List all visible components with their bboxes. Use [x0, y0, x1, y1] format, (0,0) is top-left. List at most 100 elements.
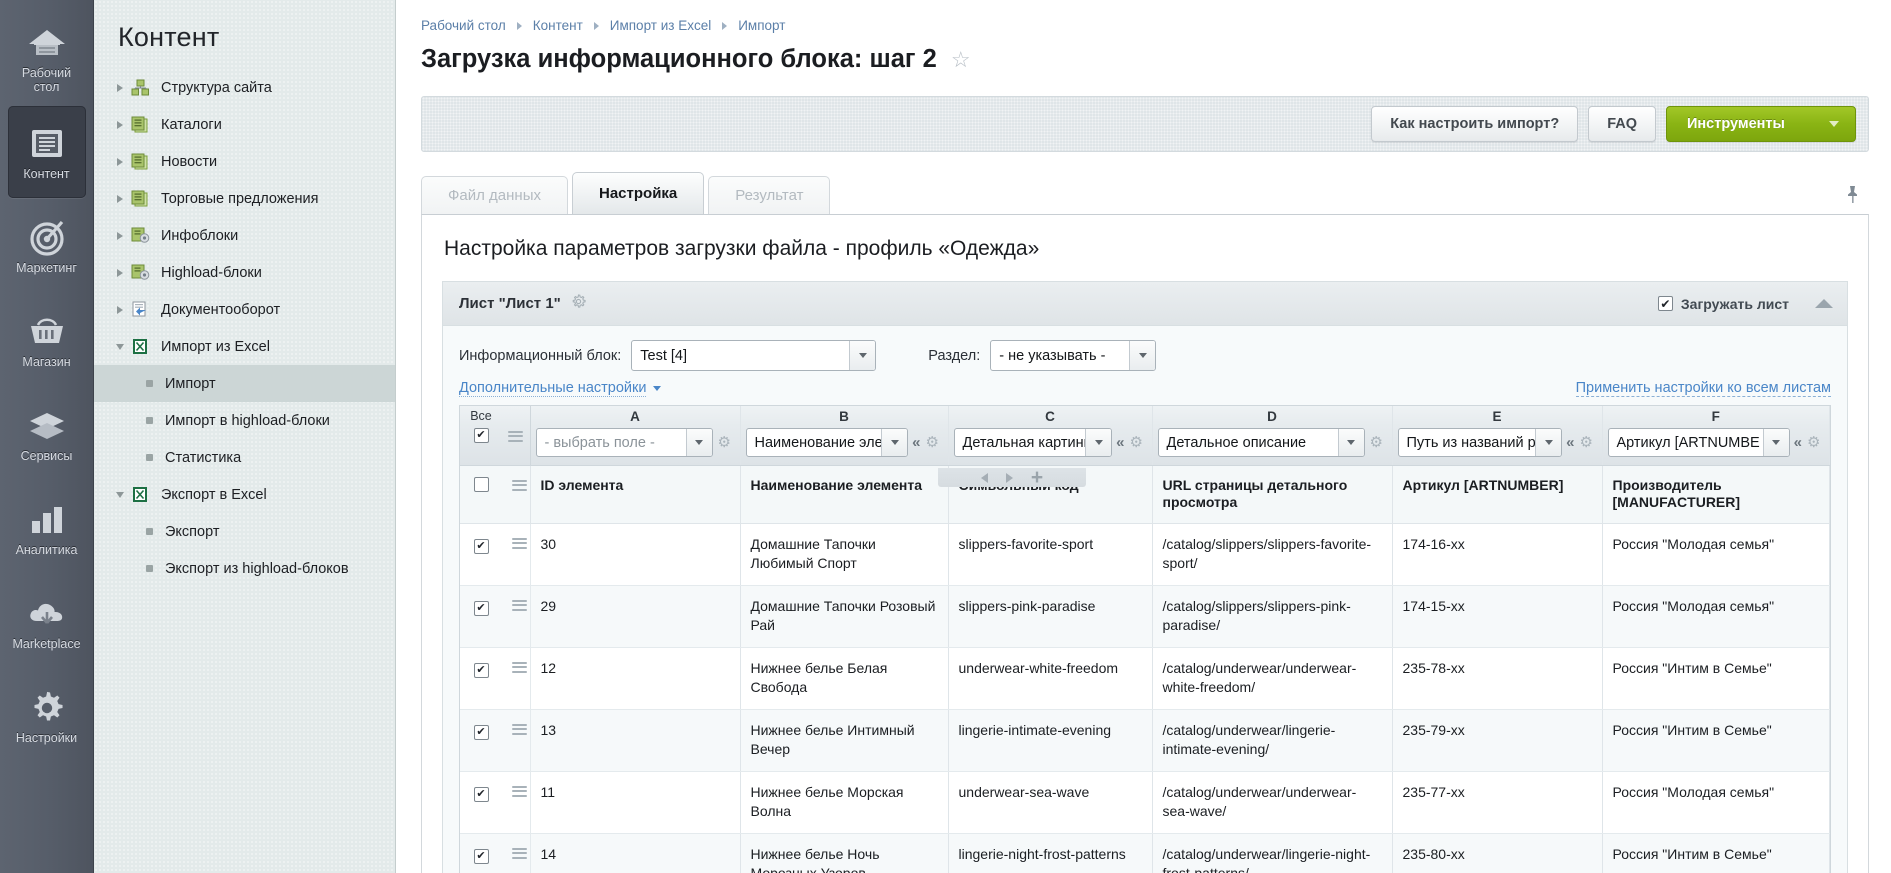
gear-icon[interactable]: [571, 294, 586, 313]
rail-item-services[interactable]: Сервисы: [8, 388, 86, 480]
tab-data-file[interactable]: Файл данных: [421, 176, 568, 214]
tree-item-infoblocks[interactable]: Инфоблоки: [94, 217, 395, 254]
collapse-column-icon[interactable]: «: [912, 434, 920, 451]
row-checkbox[interactable]: ✔: [474, 849, 489, 864]
chevron-right-icon[interactable]: [112, 232, 128, 240]
rail-item-marketplace[interactable]: Marketplace: [8, 576, 86, 668]
breadcrumb-item-import-excel[interactable]: Импорт из Excel: [610, 18, 711, 33]
field-select-a[interactable]: - выбрать поле -: [536, 428, 713, 457]
field-select-d[interactable]: Детальное описание: [1158, 428, 1365, 457]
gear-icon[interactable]: ⚙: [718, 435, 735, 450]
rail-item-shop[interactable]: Магазин: [8, 294, 86, 386]
gear-icon[interactable]: ⚙: [926, 435, 943, 450]
field-select-f[interactable]: Артикул [ARTNUMBE: [1608, 428, 1790, 457]
chevron-down-icon: [653, 386, 661, 391]
gear-icon[interactable]: ⚙: [1370, 435, 1387, 450]
iblock-select[interactable]: Test [4]: [631, 340, 876, 371]
tree-item-workflow[interactable]: Документооборот: [94, 291, 395, 328]
table-row[interactable]: ✔ 29 Домашние Тапочки Розовый Рай slippe…: [460, 586, 1830, 648]
tree-leaf-export-highload[interactable]: Экспорт из highload-блоков: [94, 550, 395, 587]
chevron-right-icon[interactable]: [112, 121, 128, 129]
table-row[interactable]: ✔ 12 Нижнее белье Белая Свобода underwea…: [460, 648, 1830, 710]
chevron-right-icon[interactable]: [112, 195, 128, 203]
field-select-b[interactable]: Наименование элем: [746, 428, 909, 457]
tree-leaf-statistics[interactable]: Статистика: [94, 439, 395, 476]
drag-handle-icon[interactable]: [512, 783, 527, 799]
chevron-right-icon[interactable]: [112, 84, 128, 92]
breadcrumb-item-import[interactable]: Импорт: [738, 18, 785, 33]
breadcrumb-item-desktop[interactable]: Рабочий стол: [421, 18, 506, 33]
drag-handle-icon[interactable]: [512, 721, 527, 737]
collapse-column-icon[interactable]: «: [1116, 434, 1124, 451]
tab-settings[interactable]: Настройка: [572, 172, 704, 214]
table-row[interactable]: ✔ 30 Домашние Тапочки Любимый Спорт slip…: [460, 524, 1830, 586]
rail-item-settings[interactable]: Настройки: [8, 670, 86, 762]
drag-handle-icon[interactable]: [512, 659, 527, 675]
collapse-section-icon[interactable]: [1815, 299, 1833, 308]
chevron-right-icon[interactable]: [112, 306, 128, 314]
row-checkbox[interactable]: ✔: [474, 787, 489, 802]
column-letter-c: C: [948, 406, 1152, 426]
tree-item-trade-offers[interactable]: Торговые предложения: [94, 180, 395, 217]
tree-item-catalogs[interactable]: Каталоги: [94, 106, 395, 143]
add-column-icon[interactable]: +: [1031, 471, 1043, 485]
rail-item-analytics[interactable]: Аналитика: [8, 482, 86, 574]
tree-leaf-export[interactable]: Экспорт: [94, 513, 395, 550]
move-column-left-icon[interactable]: [981, 473, 988, 483]
drag-handle-icon[interactable]: [512, 477, 527, 493]
page-title: Загрузка информационного блока: шаг 2: [421, 45, 937, 74]
row-checkbox[interactable]: ✔: [474, 725, 489, 740]
drag-handle-icon[interactable]: [512, 597, 527, 613]
collapse-column-icon[interactable]: «: [1794, 434, 1802, 451]
move-column-right-icon[interactable]: [1006, 473, 1013, 483]
gear-icon[interactable]: ⚙: [1130, 435, 1147, 450]
cell-url: /catalog/underwear/underwear-white-freed…: [1152, 648, 1392, 710]
row-checkbox[interactable]: ✔: [474, 539, 489, 554]
table-row[interactable]: ✔ 11 Нижнее белье Морская Волна underwea…: [460, 772, 1830, 834]
chevron-down-icon[interactable]: [112, 344, 128, 350]
tree-item-import-from-excel[interactable]: Импорт из Excel: [94, 328, 395, 365]
tree-leaf-import[interactable]: Импорт: [94, 365, 395, 402]
select-all-checkbox[interactable]: ✔: [474, 428, 489, 443]
chevron-right-icon[interactable]: [112, 269, 128, 277]
tree-item-site-structure[interactable]: Структура сайта: [94, 69, 395, 106]
rail-item-content[interactable]: Контент: [8, 106, 86, 198]
rail-item-marketing[interactable]: Маркетинг: [8, 200, 86, 292]
drag-handle-icon[interactable]: [508, 428, 523, 444]
tools-button[interactable]: Инструменты: [1666, 106, 1856, 142]
how-to-configure-import-button[interactable]: Как настроить импорт?: [1371, 106, 1578, 142]
gear-icon[interactable]: ⚙: [1807, 435, 1824, 450]
load-sheet-label: Загружать лист: [1681, 296, 1789, 312]
section-select[interactable]: - не указывать -: [990, 340, 1156, 371]
chevron-right-icon[interactable]: [112, 158, 128, 166]
collapse-column-icon[interactable]: «: [1566, 434, 1574, 451]
tree-item-export-to-excel[interactable]: Экспорт в Excel: [94, 476, 395, 513]
row-select-cell: ✔: [460, 524, 502, 586]
tree-item-highload-blocks[interactable]: Highload-блоки: [94, 254, 395, 291]
drag-handle-icon[interactable]: [512, 535, 527, 551]
field-select-e[interactable]: Путь из названий р: [1398, 428, 1563, 457]
table-row[interactable]: ✔ 13 Нижнее белье Интимный Вечер lingeri…: [460, 710, 1830, 772]
chevron-down-icon[interactable]: [112, 492, 128, 498]
tab-result[interactable]: Результат: [708, 176, 830, 214]
favorite-star-icon[interactable]: ☆: [951, 49, 971, 71]
breadcrumb-item-content[interactable]: Контент: [533, 18, 583, 33]
faq-button[interactable]: FAQ: [1588, 106, 1656, 142]
load-sheet-checkbox[interactable]: ✔: [1658, 296, 1673, 311]
tree-item-news[interactable]: Новости: [94, 143, 395, 180]
rail-item-desktop[interactable]: Рабочий стол: [8, 12, 86, 104]
table-row[interactable]: ✔ 14 Нижнее белье Ночь Морозных Узоров l…: [460, 834, 1830, 873]
select-all-cell: Все ✔: [460, 426, 502, 466]
cell-id: 14: [530, 834, 740, 873]
field-select-c[interactable]: Детальная картинк: [954, 428, 1113, 457]
gear-icon[interactable]: ⚙: [1580, 435, 1597, 450]
sitemap-icon: [131, 79, 155, 97]
row-checkbox[interactable]: ✔: [474, 663, 489, 678]
pin-icon[interactable]: [1844, 185, 1861, 210]
drag-handle-icon[interactable]: [512, 845, 527, 861]
sheet-controls-row: Информационный блок: Test [4] Раздел: - …: [443, 326, 1847, 371]
row-checkbox[interactable]: ✔: [474, 601, 489, 616]
apply-settings-all-sheets-link[interactable]: Применить настройки ко всем листам: [1576, 380, 1831, 396]
tree-leaf-import-highload[interactable]: Импорт в highload-блоки: [94, 402, 395, 439]
select-all-rows-checkbox[interactable]: [474, 477, 489, 492]
